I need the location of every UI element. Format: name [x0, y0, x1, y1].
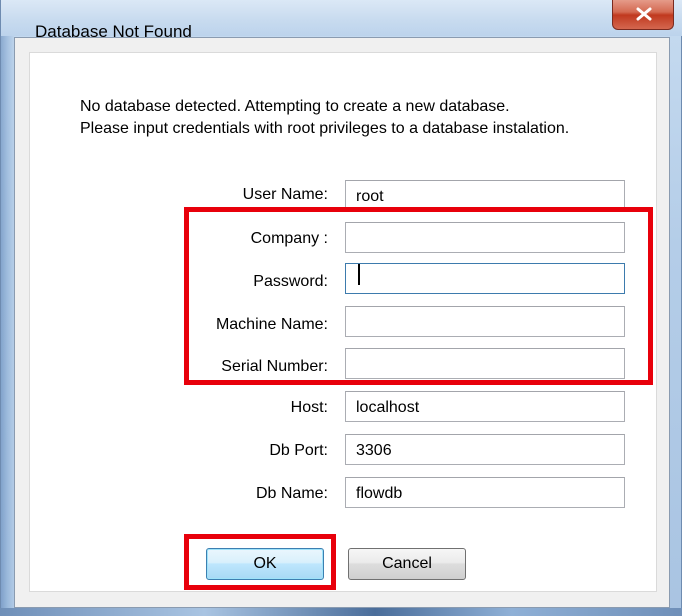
label-user-name: User Name:: [242, 186, 328, 203]
label-serial-number: Serial Number:: [221, 358, 328, 375]
password-field[interactable]: [345, 263, 625, 294]
db-name-field[interactable]: flowdb: [345, 477, 625, 508]
text-caret: [358, 264, 360, 285]
cancel-button[interactable]: Cancel: [348, 548, 466, 580]
host-field[interactable]: localhost: [345, 391, 625, 422]
close-button[interactable]: [612, 0, 674, 30]
company-field[interactable]: [345, 222, 625, 253]
label-password: Password:: [253, 273, 328, 290]
close-icon: [636, 7, 652, 21]
serial-number-field[interactable]: [345, 348, 625, 379]
label-company: Company :: [250, 230, 328, 247]
message-line-1: No database detected. Attempting to crea…: [80, 98, 510, 115]
message-line-2: Please input credentials with root privi…: [80, 120, 570, 137]
label-host: Host:: [290, 399, 328, 416]
db-port-field[interactable]: 3306: [345, 434, 625, 465]
user-name-field[interactable]: root: [345, 180, 625, 211]
ok-button[interactable]: OK: [206, 548, 324, 580]
label-machine-name: Machine Name:: [215, 316, 328, 333]
label-db-port: Db Port:: [269, 442, 328, 459]
machine-name-field[interactable]: [345, 306, 625, 337]
title-bar[interactable]: Database Not Found: [1, 0, 682, 41]
taskbar-strip: [0, 608, 682, 616]
label-db-name: Db Name:: [255, 485, 328, 502]
